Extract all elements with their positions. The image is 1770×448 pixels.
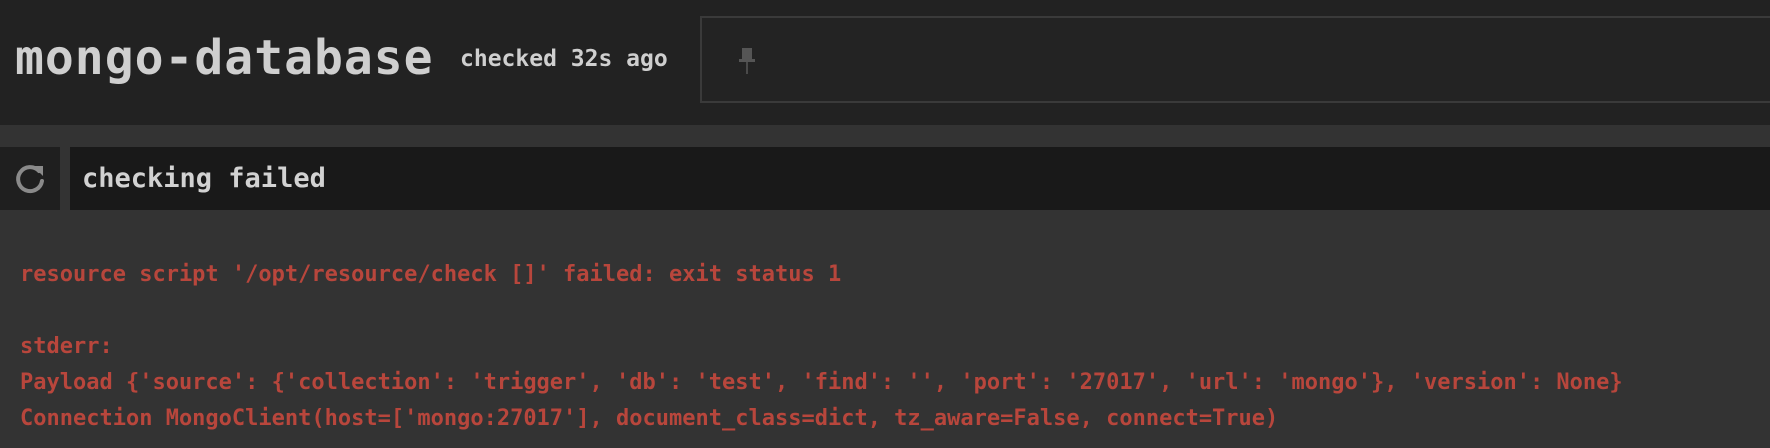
last-checked-label: checked 32s ago <box>460 46 668 72</box>
check-status-row: checking failed <box>0 147 1770 210</box>
header-spacer <box>0 125 1770 147</box>
refresh-icon <box>16 164 44 193</box>
check-log: resource script '/opt/resource/check []'… <box>0 210 1770 448</box>
log-line: resource script '/opt/resource/check []'… <box>20 262 842 287</box>
check-button[interactable] <box>0 147 60 210</box>
log-line: Payload {'source': {'collection': 'trigg… <box>20 370 1623 395</box>
pin-icon[interactable] <box>738 46 756 76</box>
resource-title: mongo-database <box>15 30 434 86</box>
status-bar: checking failed <box>70 147 1770 210</box>
pipeline-header: mongo-database checked 32s ago <box>0 0 1770 125</box>
log-line: stderr: <box>20 334 113 359</box>
pin-version-box[interactable] <box>700 16 1770 103</box>
status-text: checking failed <box>82 163 326 194</box>
log-line: Connection MongoClient(host=['mongo:2701… <box>20 406 1279 431</box>
